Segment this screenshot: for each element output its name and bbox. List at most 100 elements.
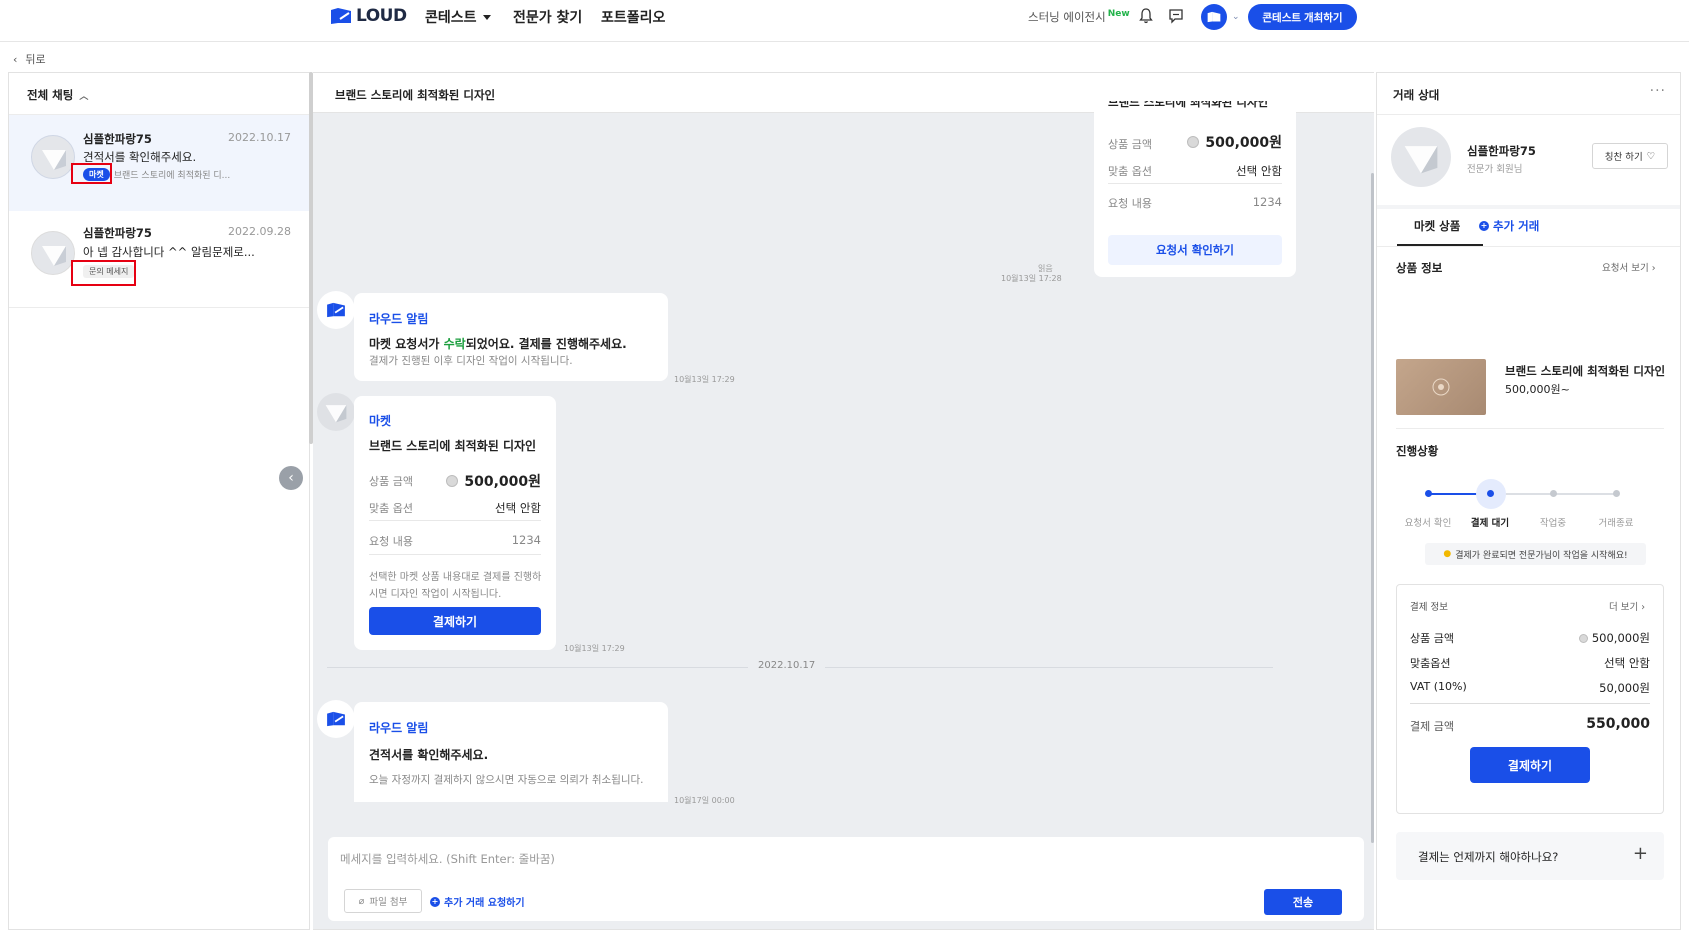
faq-item[interactable]: 결제는 언제까지 해야하나요? + — [1396, 832, 1664, 880]
collapse-panel-button[interactable]: ‹ — [279, 466, 303, 490]
lightbulb-icon: ● — [1443, 549, 1452, 559]
alert-message-pre: 마켓 요청서가 — [369, 337, 444, 351]
option-value: 선택 안함 — [1236, 164, 1282, 178]
chat-list-item[interactable]: 심플한파랑75 2022.10.17 견적서를 확인해주세요. 마켓 브랜드 스… — [9, 115, 309, 211]
coin-icon — [446, 475, 459, 487]
user-avatar[interactable] — [1201, 4, 1227, 30]
pay-button[interactable]: 결제하기 — [1470, 747, 1590, 783]
notice-text: 결제가 완료되면 전문가님이 작업을 시작해요! — [1455, 550, 1628, 561]
payment-more-link[interactable]: 더 보기 › — [1609, 599, 1645, 613]
top-nav: LOUD 콘테스트 전문가 찾기 포트폴리오 스터닝 에이전시 New ⌄ 콘테스… — [0, 0, 1689, 42]
view-request-link[interactable]: 요청서 보기 › — [1602, 260, 1656, 274]
tab-extra-deal[interactable]: + 추가 거래 — [1479, 218, 1539, 234]
tab-market-product[interactable]: 마켓 상품 — [1414, 218, 1460, 234]
partner-avatar — [317, 393, 355, 431]
market-card-title: 마켓 — [369, 414, 392, 428]
step-dot — [1613, 490, 1620, 497]
plus-icon: + — [1632, 843, 1648, 864]
step-label: 거래종료 — [1598, 518, 1634, 529]
request-card-title: 브랜드 스토리에 최적화된 디자인 — [1108, 101, 1269, 109]
message-composer: 메세지를 입력하세요. (Shift Enter: 줄바꿈) ⌀ 파일 첨부 +… — [328, 837, 1364, 921]
pay-row-label: VAT (10%) — [1410, 680, 1467, 693]
alert-sub: 오늘 자정까지 결제하지 않으시면 자동으로 의뢰가 취소됩니다. — [369, 774, 644, 786]
progress-notice: ● 결제가 완료되면 전문가님이 작업을 시작해요! — [1425, 543, 1646, 565]
partner-role: 전문가 회원님 — [1467, 164, 1523, 175]
loud-logo[interactable]: LOUD — [330, 6, 407, 26]
alert-message: 견적서를 확인해주세요. — [369, 748, 489, 762]
nav-find-expert[interactable]: 전문가 찾기 — [513, 7, 582, 27]
market-note-line1: 선택한 마켓 상품 내용대로 결제를 진행하 — [369, 572, 542, 583]
chat-list-header[interactable]: 전체 채팅 ︿ — [27, 87, 88, 103]
pay-button[interactable]: 결제하기 — [369, 607, 541, 635]
tab-extra-label: 추가 거래 — [1493, 219, 1540, 233]
date-separator: 2022.10.17 — [748, 660, 826, 671]
back-link[interactable]: ‹ 뒤로 — [13, 51, 46, 67]
pay-row-label: 상품 금액 — [1410, 632, 1454, 645]
extra-request-label: 추가 거래 요청하기 — [444, 898, 525, 909]
product-thumbnail[interactable] — [1396, 359, 1486, 415]
step-dot — [1425, 490, 1432, 497]
chevron-left-icon: ‹ — [13, 52, 18, 66]
request-value: 1234 — [511, 533, 541, 547]
view-request-button[interactable]: 요청서 확인하기 — [1108, 235, 1282, 265]
chat-list-panel: 전체 채팅 ︿ 심플한파랑75 2022.10.17 견적서를 확인해주세요. … — [8, 72, 310, 930]
total-label: 결제 금액 — [1410, 720, 1454, 733]
chat-partner-name: 심플한파랑75 — [83, 226, 152, 240]
message-icon[interactable] — [1168, 8, 1184, 27]
divider — [369, 554, 541, 555]
logo-text: LOUD — [356, 6, 407, 26]
divider — [1108, 183, 1282, 184]
scrollbar[interactable] — [1371, 173, 1374, 843]
praise-button[interactable]: 칭찬 하기 ♡ — [1592, 143, 1668, 169]
progress-label: 진행상황 — [1396, 444, 1439, 458]
host-contest-button[interactable]: 콘테스트 개최하기 — [1248, 4, 1357, 30]
product-name[interactable]: 브랜드 스토리에 최적화된 디자인 — [1505, 363, 1665, 379]
price-value: 500,000원 — [446, 471, 541, 491]
avatar — [31, 135, 75, 179]
pay-row-value: 선택 안함 — [1604, 656, 1650, 670]
request-label: 요청 내용 — [1108, 197, 1152, 210]
extra-request-button[interactable]: + 추가 거래 요청하기 — [430, 894, 525, 909]
highlight-box — [71, 260, 136, 286]
total-value: 550,000 — [1586, 716, 1650, 732]
back-label: 뒤로 — [25, 53, 46, 66]
message-input[interactable]: 메세지를 입력하세요. (Shift Enter: 줄바꿈) — [340, 851, 555, 867]
chevron-down-icon[interactable]: ⌄ — [1232, 12, 1240, 22]
nav-agency[interactable]: 스터닝 에이전시 New — [1028, 9, 1130, 25]
nav-portfolio[interactable]: 포트폴리오 — [601, 7, 665, 27]
alert-card: 라우드 알림 견적서를 확인해주세요. 오늘 자정까지 결제하지 않으시면 자동… — [354, 702, 668, 802]
deal-partner-panel: 거래 상대 ··· 심플한파랑75 전문가 회원님 칭찬 하기 ♡ 마켓 상품 … — [1376, 72, 1681, 930]
step-label: 결제 대기 — [1470, 518, 1510, 529]
send-button[interactable]: 전송 — [1264, 889, 1342, 915]
plus-circle-icon: + — [430, 896, 440, 907]
partner-avatar — [1391, 127, 1451, 187]
attach-file-button[interactable]: ⌀ 파일 첨부 — [344, 889, 422, 913]
loud-bot-avatar — [317, 291, 355, 329]
payment-info-title: 결제 정보 — [1410, 602, 1448, 613]
chat-date: 2022.10.17 — [228, 131, 291, 144]
price-value-text: 500,000원 — [1205, 135, 1282, 151]
price-value-text: 500,000원 — [464, 474, 541, 490]
chevron-up-icon: ︿ — [79, 91, 89, 102]
alert-title: 라우드 알림 — [369, 312, 429, 326]
attach-label: 파일 첨부 — [369, 897, 408, 908]
praise-label: 칭찬 하기 — [1604, 152, 1643, 163]
loud-bot-avatar — [317, 700, 355, 738]
payment-more-label: 더 보기 — [1609, 602, 1639, 613]
bell-icon[interactable] — [1139, 8, 1153, 27]
market-product-name: 브랜드 스토리에 최적화된 디자인 — [369, 439, 537, 453]
step-dot — [1550, 490, 1557, 497]
divider — [1396, 428, 1664, 429]
alert-message: 마켓 요청서가 수락되었어요. 결제를 진행해주세요. — [369, 335, 627, 352]
market-card: 마켓 브랜드 스토리에 최적화된 디자인 상품 금액 500,000원 맞춤 옵… — [354, 396, 556, 650]
deal-partner-title: 거래 상대 — [1393, 88, 1440, 102]
chat-list-item[interactable]: 심플한파랑75 2022.09.28 아 넵 감사합니다 ^^ 알림문제로...… — [9, 211, 309, 307]
request-label: 요청 내용 — [369, 535, 413, 548]
partner-name: 심플한파랑75 — [1467, 144, 1536, 158]
chevron-down-icon — [482, 14, 491, 20]
price-label: 상품 금액 — [1108, 138, 1152, 151]
nav-contest[interactable]: 콘테스트 — [425, 7, 491, 27]
view-request-label: 요청서 보기 — [1602, 263, 1649, 274]
chat-room-panel: 브랜드 스토리에 최적화된 디자인 브랜드 스토리에 최적화된 디자인 상품 금… — [313, 72, 1374, 930]
more-icon[interactable]: ··· — [1650, 83, 1666, 99]
